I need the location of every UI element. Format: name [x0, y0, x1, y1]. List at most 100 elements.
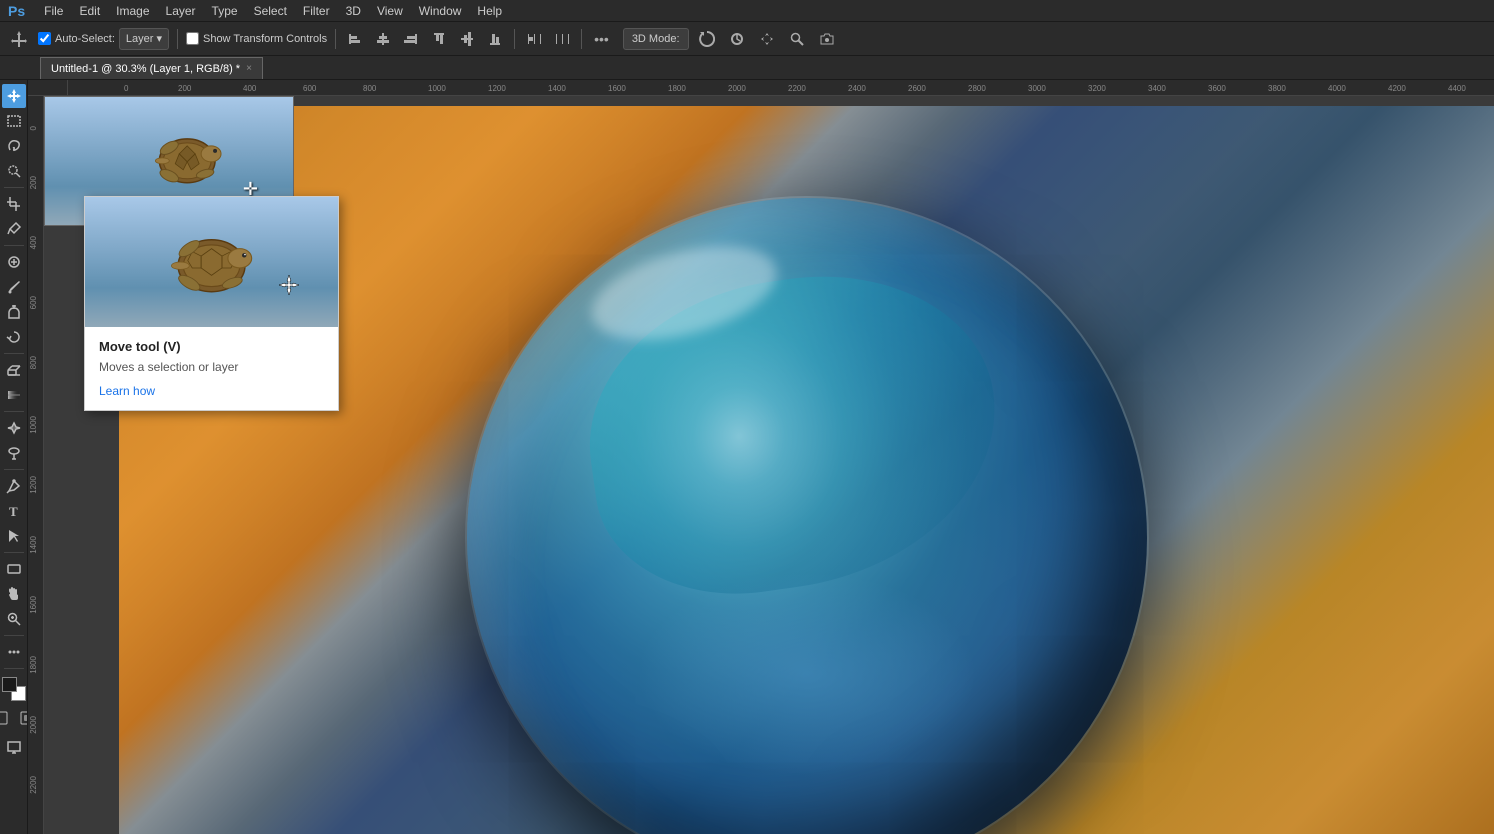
transform-checkbox[interactable] — [186, 32, 199, 45]
align-left-edges[interactable] — [344, 29, 366, 49]
canvas-area: 0 200 400 600 800 1000 1200 1400 1600 18… — [28, 80, 1494, 834]
ruler-mark-3200: 3200 — [1088, 84, 1106, 93]
tool-separator-3 — [4, 353, 24, 354]
tool-marquee[interactable] — [2, 109, 26, 133]
v-ruler-mark-400: 400 — [29, 236, 38, 249]
tool-zoom[interactable] — [2, 607, 26, 631]
ruler-mark-4000: 4000 — [1328, 84, 1346, 93]
quick-mask-mode[interactable] — [15, 706, 29, 730]
layer-dropdown[interactable]: Layer ▾ — [119, 28, 169, 50]
menu-layer[interactable]: Layer — [159, 2, 203, 20]
tool-brush[interactable] — [2, 275, 26, 299]
standard-mode[interactable] — [0, 706, 13, 730]
tooltip-turtle-svg — [123, 210, 300, 314]
align-horizontal-centers[interactable] — [372, 29, 394, 49]
layer-dropdown-value: Layer — [126, 33, 154, 45]
menu-view[interactable]: View — [370, 2, 410, 20]
3d-roll-button[interactable] — [725, 28, 749, 50]
tool-crop[interactable] — [2, 192, 26, 216]
tool-lasso[interactable] — [2, 134, 26, 158]
3d-zoom-button[interactable] — [785, 28, 809, 50]
tool-clone-stamp[interactable] — [2, 300, 26, 324]
tab-title: Untitled-1 @ 30.3% (Layer 1, RGB/8) * — [51, 63, 240, 75]
align-top-edges[interactable] — [428, 29, 450, 49]
ruler-mark-2000: 2000 — [728, 84, 746, 93]
v-ruler-mark-2200: 2200 — [29, 776, 38, 794]
ruler-mark-800: 800 — [363, 84, 376, 93]
foreground-color-swatch[interactable] — [2, 677, 17, 692]
quick-mask-controls — [0, 706, 28, 730]
distribute-h-centers[interactable] — [551, 29, 573, 49]
tool-blur[interactable] — [2, 416, 26, 440]
ruler-mark-1600: 1600 — [608, 84, 626, 93]
document-tab[interactable]: Untitled-1 @ 30.3% (Layer 1, RGB/8) * × — [40, 57, 263, 79]
ruler-mark-2800: 2800 — [968, 84, 986, 93]
3d-rotate-button[interactable] — [695, 28, 719, 50]
v-ruler-mark-1000: 1000 — [29, 416, 38, 434]
more-options-button[interactable]: ••• — [590, 29, 613, 49]
tool-eyedropper[interactable] — [2, 217, 26, 241]
ruler-mark-3400: 3400 — [1148, 84, 1166, 93]
menu-window[interactable]: Window — [412, 2, 469, 20]
tool-dodge[interactable] — [2, 441, 26, 465]
tool-eraser[interactable] — [2, 358, 26, 382]
canvas-content: 0 200 400 600 800 1000 1200 1400 1600 18… — [28, 96, 1494, 834]
menu-edit[interactable]: Edit — [72, 2, 107, 20]
main-area: T — [0, 80, 1494, 834]
svg-text:T: T — [9, 504, 18, 519]
tool-tooltip: Move tool (V) Moves a selection or layer… — [84, 196, 339, 411]
ruler-mark-1800: 1800 — [668, 84, 686, 93]
menu-image[interactable]: Image — [109, 2, 156, 20]
3d-pan-button[interactable] — [755, 28, 779, 50]
screen-mode[interactable] — [2, 735, 26, 759]
transform-container: Show Transform Controls — [186, 32, 327, 45]
menu-file[interactable]: File — [37, 2, 70, 20]
align-bottom-edges[interactable] — [484, 29, 506, 49]
tab-close-button[interactable]: × — [246, 63, 252, 74]
align-right-edges[interactable] — [400, 29, 422, 49]
menu-type[interactable]: Type — [205, 2, 245, 20]
color-swatches[interactable] — [2, 677, 26, 701]
tool-shape[interactable] — [2, 557, 26, 581]
auto-select-checkbox[interactable] — [38, 32, 51, 45]
ruler-mark-400: 400 — [243, 84, 256, 93]
distribute-left[interactable] — [523, 29, 545, 49]
tool-separator-7 — [4, 635, 24, 636]
menu-help[interactable]: Help — [470, 2, 509, 20]
options-bar: Auto-Select: Layer ▾ Show Transform Cont… — [0, 22, 1494, 56]
move-tool-indicator[interactable] — [6, 27, 32, 51]
3d-camera-button[interactable] — [815, 28, 839, 50]
align-vertical-centers[interactable] — [456, 29, 478, 49]
tool-quick-select[interactable] — [2, 159, 26, 183]
ruler-mark-2600: 2600 — [908, 84, 926, 93]
horizontal-ruler: 0 200 400 600 800 1000 1200 1400 1600 18… — [68, 80, 1494, 96]
tool-hand[interactable] — [2, 582, 26, 606]
tool-pen[interactable] — [2, 474, 26, 498]
tooltip-body: Move tool (V) Moves a selection or layer… — [85, 327, 338, 410]
menu-filter[interactable]: Filter — [296, 2, 337, 20]
menubar: Ps File Edit Image Layer Type Select Fil… — [0, 0, 1494, 22]
tab-bar: Untitled-1 @ 30.3% (Layer 1, RGB/8) * × — [0, 56, 1494, 80]
tool-separator-1 — [4, 187, 24, 188]
tool-gradient[interactable] — [2, 383, 26, 407]
tool-type[interactable]: T — [2, 499, 26, 523]
tool-separator-4 — [4, 411, 24, 412]
tooltip-learn-link[interactable]: Learn how — [99, 384, 155, 398]
auto-select-label: Auto-Select: — [55, 33, 115, 45]
ruler-mark-3800: 3800 — [1268, 84, 1286, 93]
turtle-image — [119, 116, 255, 206]
menu-3d[interactable]: 3D — [339, 2, 368, 20]
v-ruler-mark-800: 800 — [29, 356, 38, 369]
tool-extras[interactable] — [2, 640, 26, 664]
v-ruler-mark-1800: 1800 — [29, 656, 38, 674]
tool-move[interactable] — [2, 84, 26, 108]
v-ruler-mark-0: 0 — [29, 126, 38, 130]
menu-select[interactable]: Select — [247, 2, 294, 20]
canvas-wrapper[interactable]: ✛ — [44, 96, 1494, 834]
tool-path-select[interactable] — [2, 524, 26, 548]
layer-dropdown-arrow: ▾ — [156, 32, 162, 45]
tool-healing[interactable] — [2, 250, 26, 274]
tooltip-description: Moves a selection or layer — [99, 360, 324, 374]
transform-label: Show Transform Controls — [203, 33, 327, 45]
tool-history-brush[interactable] — [2, 325, 26, 349]
